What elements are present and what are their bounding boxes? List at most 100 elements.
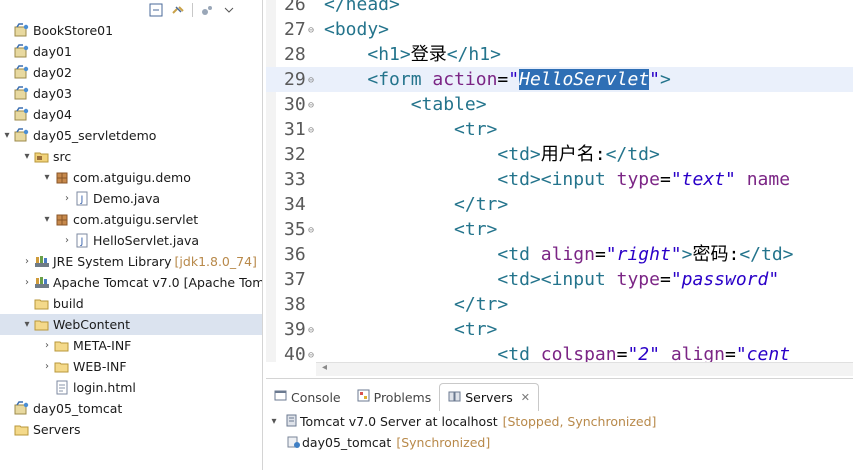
code-token: </tr> — [454, 294, 509, 315]
line-number: 40 — [284, 344, 306, 362]
no-chevron — [0, 66, 14, 80]
tree-item[interactable]: › Apache Tomcat v7.0 [Apache Tom — [0, 272, 262, 293]
tree-item-decoration: [jdk1.8.0_74] — [174, 254, 257, 269]
tree-item-label: Servers — [33, 422, 81, 437]
chevron-right-icon[interactable]: › — [40, 360, 54, 374]
close-icon[interactable]: ✕ — [521, 391, 530, 404]
tree-item[interactable]: day05_tomcat — [0, 398, 262, 419]
tree-item[interactable]: day02 — [0, 62, 262, 83]
tree-item[interactable]: build — [0, 293, 262, 314]
tab-problems[interactable]: Problems — [349, 383, 440, 411]
tree-item[interactable]: ▾ com.atguigu.demo — [0, 167, 262, 188]
code-line[interactable]: 34 </tr> — [266, 192, 853, 217]
code-text: <td colspan="2" align="cent — [324, 342, 790, 362]
tree-item[interactable]: day03 — [0, 83, 262, 104]
chevron-right-icon[interactable]: › — [20, 255, 34, 269]
tree-item[interactable]: › J Demo.java — [0, 188, 262, 209]
chevron-right-icon[interactable]: › — [60, 192, 74, 206]
toolbar-separator — [192, 3, 193, 17]
tree-item[interactable]: › WEB-INF — [0, 356, 262, 377]
code-line[interactable]: 36 <td align="right">密码:</td> — [266, 242, 853, 267]
module-label: day05_tomcat — [302, 435, 392, 450]
fold-toggle-icon[interactable]: ⊖ — [308, 218, 314, 243]
fold-toggle-icon[interactable]: ⊖ — [308, 18, 314, 43]
code-token: colspan — [540, 344, 617, 362]
code-line[interactable]: 30 ⊖ <table> — [266, 92, 853, 117]
java-file-icon: J — [74, 233, 90, 249]
chevron-down-icon[interactable]: ▾ — [40, 213, 54, 227]
tree-item[interactable]: ▾ com.atguigu.servlet — [0, 209, 262, 230]
code-line[interactable]: 31 ⊖ <tr> — [266, 117, 853, 142]
scroll-left-icon[interactable]: ◂ — [322, 362, 327, 373]
tree-item[interactable]: login.html — [0, 377, 262, 398]
module-row[interactable]: day05_tomcat [Synchronized] — [266, 432, 853, 453]
code-line[interactable]: 40 ⊖ <td colspan="2" align="cent — [266, 342, 853, 362]
code-line[interactable]: 28 <h1>登录</h1> — [266, 42, 853, 67]
line-number: 39 — [284, 319, 306, 340]
tree-item[interactable]: ▾ day05_servletdemo — [0, 125, 262, 146]
fold-toggle-icon[interactable]: ⊖ — [308, 343, 314, 362]
collapse-all-icon[interactable] — [148, 2, 164, 18]
code-token: <td> — [497, 144, 541, 165]
code-line[interactable]: 38 </tr> — [266, 292, 853, 317]
view-menu-icon[interactable] — [199, 2, 215, 18]
code-line[interactable]: 26 </head> — [266, 0, 853, 17]
no-chevron — [0, 402, 14, 416]
chevron-down-icon[interactable]: ▾ — [20, 150, 34, 164]
line-number: 30 — [284, 94, 306, 115]
code-text: </tr> — [324, 192, 508, 217]
link-with-editor-icon[interactable] — [170, 2, 186, 18]
chevron-down-icon[interactable]: ▾ — [0, 129, 14, 143]
tree-item[interactable]: › J HelloServlet.java — [0, 230, 262, 251]
code-line[interactable]: 32 <td>用户名:</td> — [266, 142, 853, 167]
selected-text: HelloServlet — [519, 69, 650, 90]
tree-item[interactable]: ▾ src — [0, 146, 262, 167]
code-line[interactable]: 37 <td><input type="password" — [266, 267, 853, 292]
code-line[interactable]: 33 <td><input type="text" name — [266, 167, 853, 192]
fold-toggle-icon[interactable]: ⊖ — [308, 318, 314, 343]
tree-item[interactable]: › META-INF — [0, 335, 262, 356]
project-icon — [14, 106, 30, 123]
code-line[interactable]: 27 ⊖ <body> — [266, 17, 853, 42]
editor-horizontal-scrollbar[interactable]: ◂ — [316, 362, 853, 376]
chevron-down-icon[interactable]: ▾ — [40, 171, 54, 185]
no-chevron — [40, 381, 54, 395]
code-text: </head> — [324, 0, 400, 17]
code-editor[interactable]: 26 </head> 27 ⊖ <body> 28 <h1>登录</h1> 29 ⊖ <for… — [266, 0, 853, 362]
fold-toggle-icon[interactable]: ⊖ — [308, 118, 314, 143]
no-chevron — [0, 24, 14, 38]
server-label: Tomcat v7.0 Server at localhost — [300, 414, 498, 429]
tab-servers[interactable]: Servers ✕ — [439, 383, 539, 411]
chevron-down-icon[interactable]: ▾ — [20, 318, 34, 332]
line-number: 36 — [284, 244, 306, 265]
fold-toggle-icon[interactable]: ⊖ — [308, 93, 314, 118]
chevron-right-icon[interactable]: › — [60, 234, 74, 248]
code-text: <td>用户名:</td> — [324, 142, 659, 167]
code-line[interactable]: 29 ⊖ <form action="HelloServlet"> — [266, 67, 853, 92]
tree-item[interactable]: ▾ WebContent — [0, 314, 262, 335]
tree-item[interactable]: › JRE System Library [jdk1.8.0_74] — [0, 251, 262, 272]
folder-icon — [54, 359, 70, 375]
chevron-down-icon[interactable]: ▾ — [266, 416, 282, 427]
tree-item[interactable]: day01 — [0, 41, 262, 62]
code-token: type — [616, 269, 660, 290]
tree-item[interactable]: BookStore01 — [0, 20, 262, 41]
tree-item-label: day01 — [33, 44, 72, 59]
chevron-right-icon[interactable]: › — [20, 276, 34, 290]
tree-item-label: login.html — [73, 380, 136, 395]
tree-item[interactable]: day04 — [0, 104, 262, 125]
tree-item[interactable]: Servers — [0, 419, 262, 440]
dropdown-icon[interactable] — [221, 2, 237, 18]
code-line[interactable]: 35 ⊖ <tr> — [266, 217, 853, 242]
code-line[interactable]: 39 ⊖ <tr> — [266, 317, 853, 342]
package-icon — [54, 212, 70, 228]
fold-toggle-icon[interactable]: ⊖ — [308, 68, 314, 93]
server-row[interactable]: ▾ Tomcat v7.0 Server at localhost [Stopp… — [266, 411, 853, 432]
tab-console[interactable]: Console — [266, 383, 349, 411]
chevron-right-icon[interactable]: › — [40, 339, 54, 353]
svg-text:J: J — [80, 195, 84, 205]
code-token: <td><input — [497, 269, 617, 290]
